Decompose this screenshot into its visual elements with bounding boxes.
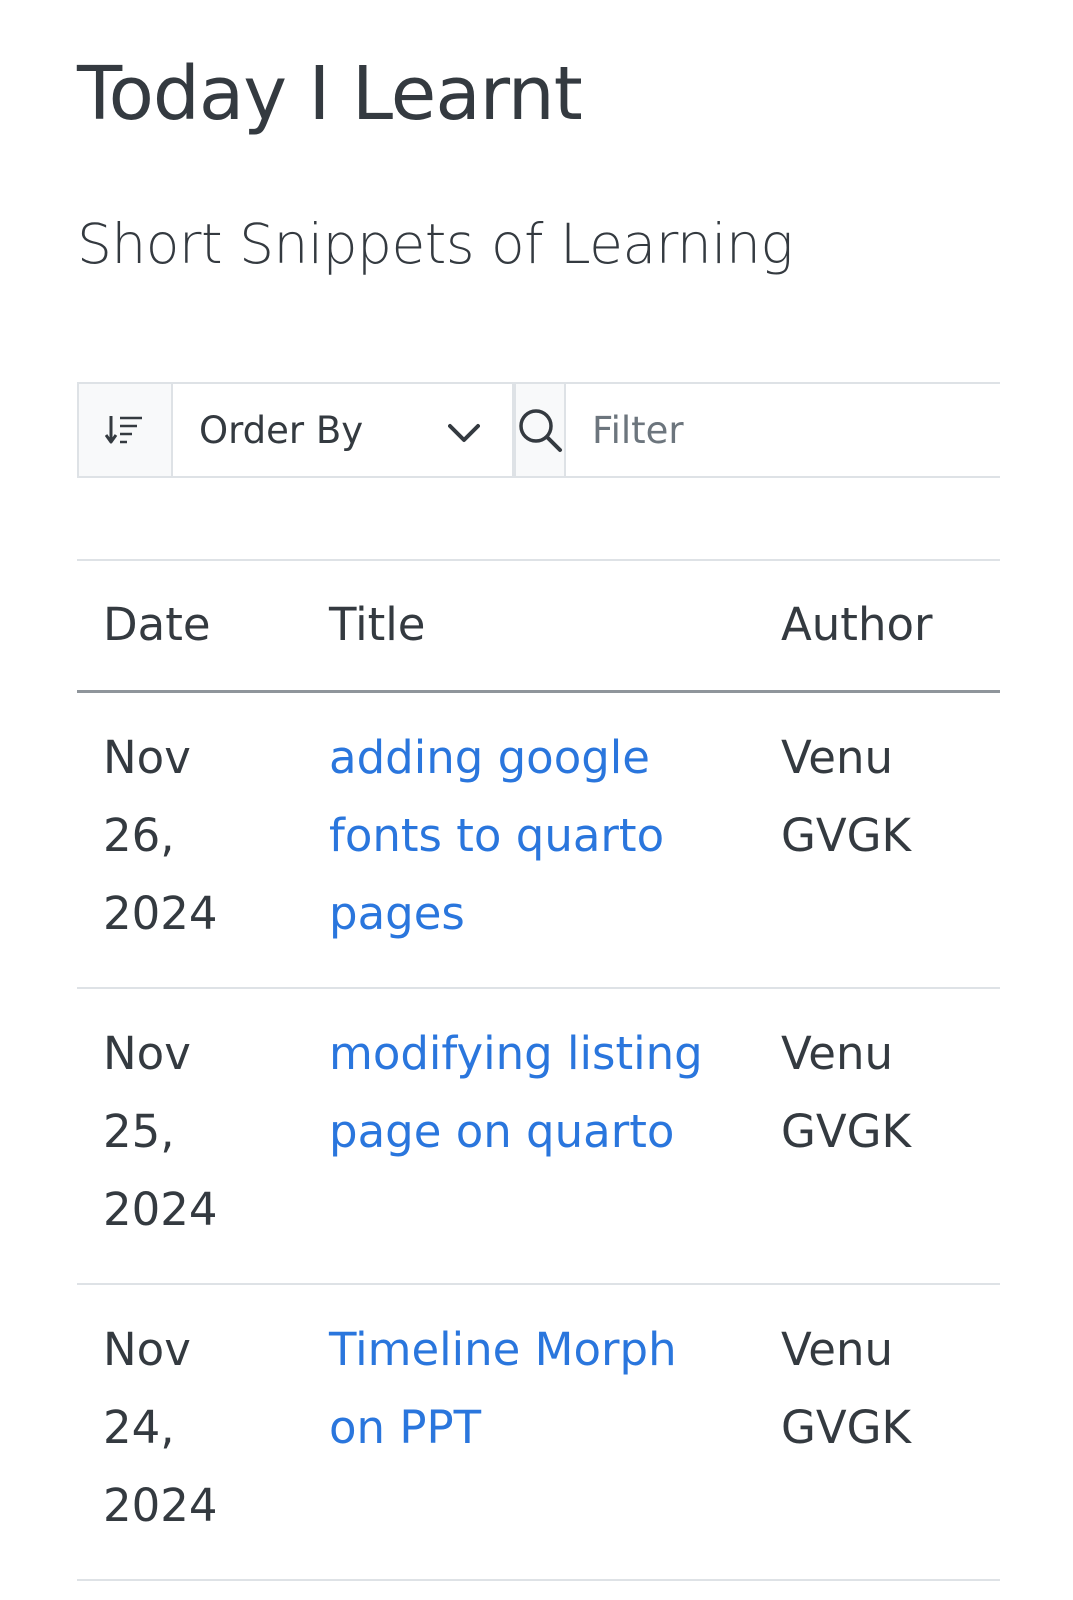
table-row: Nov 24, 2024 Timeline Morph on PPT Venu … [77,1283,1000,1581]
row-title-link[interactable]: modifying listing page on quarto [329,1027,703,1158]
row-date: Nov 25, 2024 [77,987,303,1285]
row-author: Venu GVGK [755,691,1000,989]
row-title-cell: modifying listing page on quarto [303,987,755,1285]
page-title: Today I Learnt [77,51,583,137]
page-subtitle: Short Snippets of Learning [77,212,793,276]
sort-descending-icon [79,384,173,476]
listing-controls: Order By [77,382,1057,478]
row-title-link[interactable]: adding google fonts to quarto pages [329,731,664,940]
filter-input[interactable] [566,384,1057,476]
order-by-label: Order By [199,408,364,452]
table-row: Nov 26, 2024 adding google fonts to quar… [77,691,1000,989]
sort-group: Order By [77,382,514,478]
row-title-link[interactable]: Timeline Morph on PPT [329,1323,677,1454]
row-date: Nov 26, 2024 [77,691,303,989]
row-title-cell: Timeline Morph on PPT [303,1283,755,1581]
column-header-title[interactable]: Title [303,559,755,693]
table-row: Nov 25, 2024 modifying listing page on q… [77,987,1000,1285]
order-by-select[interactable]: Order By [173,384,512,476]
row-author: Venu GVGK [755,987,1000,1285]
listing-table: Date Title Author Nov 26, 2024 adding go… [77,559,1000,1581]
column-header-date[interactable]: Date [77,559,303,693]
column-header-author[interactable]: Author [755,559,1000,693]
chevron-down-icon [448,409,480,452]
row-author: Venu GVGK [755,1283,1000,1581]
row-title-cell: adding google fonts to quarto pages [303,691,755,989]
row-date: Nov 24, 2024 [77,1283,303,1581]
search-group [514,382,1057,478]
table-header-row: Date Title Author [77,559,1000,693]
search-icon [514,384,566,476]
